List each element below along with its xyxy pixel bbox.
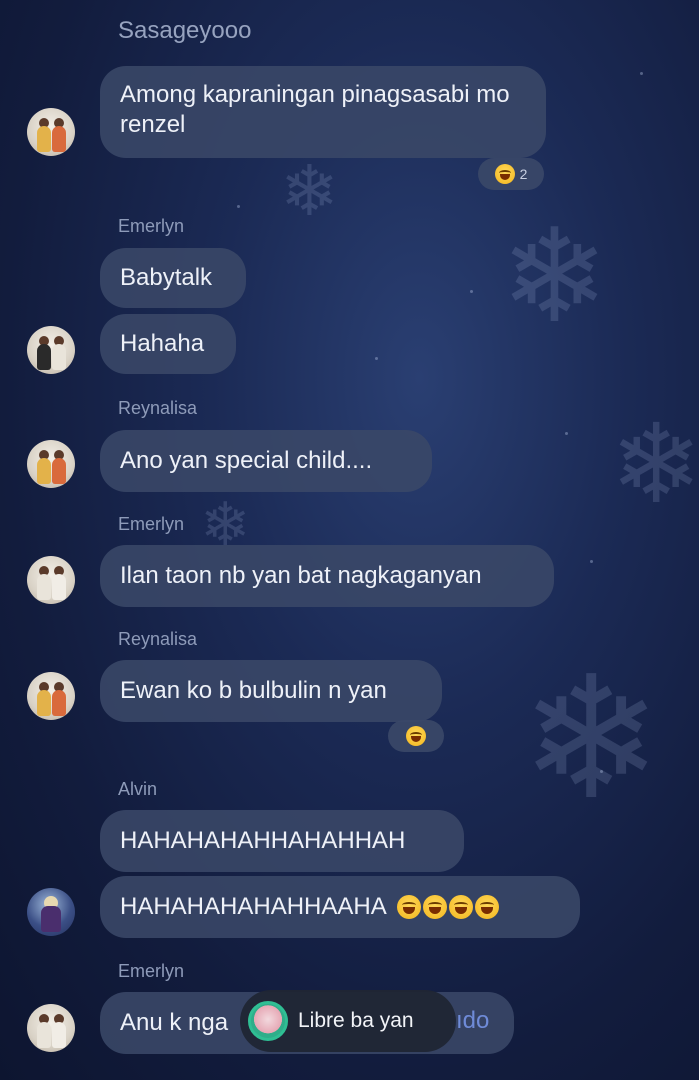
message-bubble[interactable]: Babytalk — [100, 248, 246, 308]
profile-avatar-icon[interactable] — [27, 556, 75, 604]
profile-avatar-icon[interactable] — [27, 326, 75, 374]
star-dot — [470, 290, 473, 293]
message-bubble[interactable]: Ano yan special child.... — [100, 430, 432, 492]
sender-name: Emerlyn — [118, 961, 185, 981]
sender-name: Sasageyooo — [118, 17, 252, 44]
message-bubble[interactable]: Hahaha — [100, 314, 236, 374]
reaction-count: 2 — [519, 166, 528, 182]
laughing-emoji-icon — [474, 895, 499, 919]
profile-avatar-icon[interactable] — [27, 108, 75, 156]
message-text: Ano yan special child.... — [120, 447, 373, 474]
profile-avatar-icon[interactable] — [27, 672, 75, 720]
message-text: HAHAHAHAHHAHAHHAH — [120, 827, 406, 854]
star-dot — [640, 72, 643, 75]
snowflake-decoration-icon: ❄ — [610, 400, 699, 528]
snowflake-decoration-icon: ❄ — [520, 640, 663, 838]
emoji-group — [396, 895, 499, 919]
profile-avatar-icon[interactable] — [27, 440, 75, 488]
message-text-tail: ıdo — [456, 1007, 490, 1034]
laughing-emoji-icon — [396, 895, 421, 919]
star-dot — [375, 357, 378, 360]
floating-comment-toast[interactable]: Libre ba yan — [240, 990, 456, 1052]
profile-avatar-icon[interactable] — [27, 888, 75, 936]
message-bubble[interactable]: HAHAHAHAHAHHAAHA — [100, 876, 580, 938]
snowflake-decoration-icon: ❄ — [500, 200, 609, 352]
sender-name: Reynalisa — [118, 398, 198, 418]
star-dot — [590, 560, 593, 563]
profile-avatar-icon[interactable] — [27, 1004, 75, 1052]
sender-name: Emerlyn — [118, 216, 185, 236]
reaction-badge[interactable]: 2 — [478, 158, 544, 190]
message-text: Babytalk — [120, 264, 213, 291]
laughing-emoji-icon — [494, 164, 515, 184]
message-text: Anu k nga — [120, 1009, 229, 1036]
message-bubble[interactable]: HAHAHAHAHHAHAHHAH — [100, 810, 464, 872]
star-dot — [565, 432, 568, 435]
toast-text: Libre ba yan — [298, 1009, 414, 1032]
reaction-badge[interactable] — [388, 720, 444, 752]
star-dot — [600, 770, 603, 773]
laughing-emoji-icon — [406, 726, 426, 746]
message-bubble[interactable]: Ewan ko b bulbulin n yan — [100, 660, 442, 722]
sender-name: Alvin — [118, 779, 158, 799]
laughing-emoji-icon — [448, 895, 473, 919]
message-text: Hahaha — [120, 330, 205, 357]
laughing-emoji-icon — [422, 895, 447, 919]
profile-avatar-icon — [248, 1001, 288, 1041]
sender-name: Emerlyn — [118, 514, 185, 534]
star-dot — [237, 205, 240, 208]
snowflake-decoration-icon: ❄ — [280, 150, 339, 232]
sender-name: Reynalisa — [118, 629, 198, 649]
message-text: HAHAHAHAHAHHAAHA — [120, 893, 387, 920]
message-text: Among kapraningan pinagsasabi mo renzel — [120, 81, 510, 138]
message-text: Ilan taon nb yan bat nagkaganyan — [120, 562, 482, 589]
message-text: Ewan ko b bulbulin n yan — [120, 677, 387, 704]
message-bubble[interactable]: Ilan taon nb yan bat nagkaganyan — [100, 545, 554, 607]
message-bubble[interactable]: Among kapraningan pinagsasabi mo renzel — [100, 66, 546, 158]
